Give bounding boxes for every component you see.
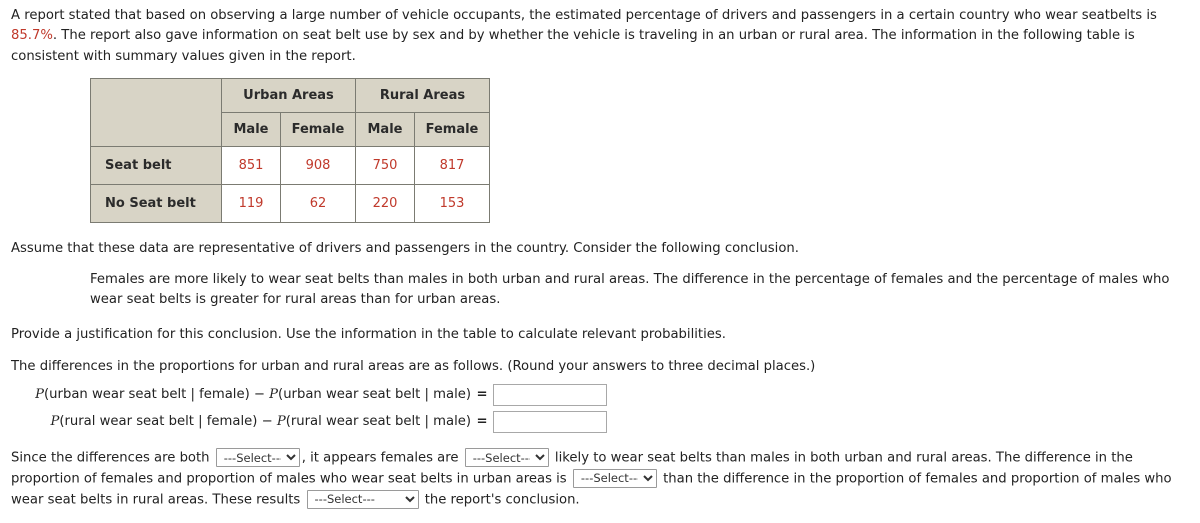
table-row-header-no-seat-belt: No Seat belt [90, 184, 222, 223]
final-segment-2: , it appears females are [301, 450, 459, 466]
select-support[interactable]: ---Select--- [306, 489, 419, 509]
equals-sign-rural: = [476, 414, 488, 429]
select-likelihood[interactable]: ---Select--- [464, 448, 549, 467]
table-group-header-urban: Urban Areas [221, 78, 356, 113]
seatbelt-data-table-wrapper: Urban Areas Rural Areas Male Female Male… [90, 78, 490, 223]
select-sign[interactable]: ---Select--- [215, 448, 300, 467]
table-head: Urban Areas Rural Areas Male Female Male… [90, 78, 490, 147]
cell-noseatbelt-urban-female: 62 [280, 184, 356, 223]
intro-paragraph: A report stated that based on observing … [11, 6, 1191, 67]
answer-input-urban[interactable] [493, 383, 607, 406]
intro-percentage-highlight: 85.7% [11, 28, 53, 44]
minus-sign-1: − [249, 387, 270, 402]
intro-text-part2: . The report also gave information on se… [11, 28, 1135, 64]
probability-symbol-4: P [276, 414, 286, 429]
final-segment-1: Since the differences are both [11, 450, 210, 466]
equation-row-urban: P(urban wear seat belt | female) − P(urb… [11, 381, 607, 408]
table-sub-header-rural-male: Male [355, 112, 415, 147]
probability-symbol-1: P [35, 387, 45, 402]
minus-sign-2: − [257, 414, 277, 429]
final-fill-in-paragraph: Since the differences are both ---Select… [11, 448, 1193, 511]
table-sub-header-urban-female: Female [280, 112, 356, 147]
cell-seatbelt-rural-female: 817 [414, 146, 490, 185]
equation-row-rural: P(rural wear seat belt | female) − P(rur… [11, 408, 607, 435]
probability-body-4: (rural wear seat belt | male) [285, 414, 471, 429]
probability-symbol-3: P [50, 414, 60, 429]
cell-noseatbelt-rural-male: 220 [355, 184, 415, 223]
conclusion-statement: Females are more likely to wear seat bel… [90, 272, 1170, 308]
equation-label-rural: P(rural wear seat belt | female) − P(rur… [11, 414, 471, 429]
answer-input-rural[interactable] [493, 410, 607, 433]
table-row: Seat belt 851 908 750 817 [90, 146, 490, 185]
probability-body-2: (urban wear seat belt | male) [278, 387, 471, 402]
equation-label-urban: P(urban wear seat belt | female) − P(urb… [11, 387, 471, 402]
table-row-header-seat-belt: Seat belt [90, 146, 222, 185]
select-comparison[interactable]: ---Select--- [572, 468, 657, 488]
question-page: A report stated that based on observing … [0, 0, 1200, 523]
seatbelt-data-table: Urban Areas Rural Areas Male Female Male… [90, 78, 490, 223]
differences-instruction-text: The differences in the proportions for u… [11, 359, 816, 374]
table-row: No Seat belt 119 62 220 153 [90, 184, 490, 223]
final-segment-5: the report's conclusion. [424, 492, 580, 508]
intro-text-part1: A report stated that based on observing … [11, 8, 1157, 23]
cell-seatbelt-urban-male: 851 [221, 146, 281, 185]
cell-noseatbelt-urban-male: 119 [221, 184, 281, 223]
cell-seatbelt-urban-female: 908 [280, 146, 356, 185]
cell-seatbelt-rural-male: 750 [355, 146, 415, 185]
probability-body-3: (rural wear seat belt | female) [59, 414, 258, 429]
table-group-header-rural: Rural Areas [355, 78, 490, 113]
table-sub-header-rural-female: Female [414, 112, 490, 147]
provide-justification-text: Provide a justification for this conclus… [11, 327, 726, 342]
table-body: Seat belt 851 908 750 817 No Seat belt 1… [90, 146, 490, 223]
probability-body-1: (urban wear seat belt | female) [44, 387, 250, 402]
equations-group: P(urban wear seat belt | female) − P(urb… [11, 381, 607, 435]
probability-symbol-2: P [269, 387, 279, 402]
equals-sign-urban: = [476, 387, 488, 402]
cell-noseatbelt-rural-female: 153 [414, 184, 490, 223]
table-group-header-row: Urban Areas Rural Areas [90, 78, 490, 147]
table-corner-cell [90, 78, 222, 147]
table-sub-header-urban-male: Male [221, 112, 281, 147]
assume-paragraph: Assume that these data are representativ… [11, 241, 799, 256]
